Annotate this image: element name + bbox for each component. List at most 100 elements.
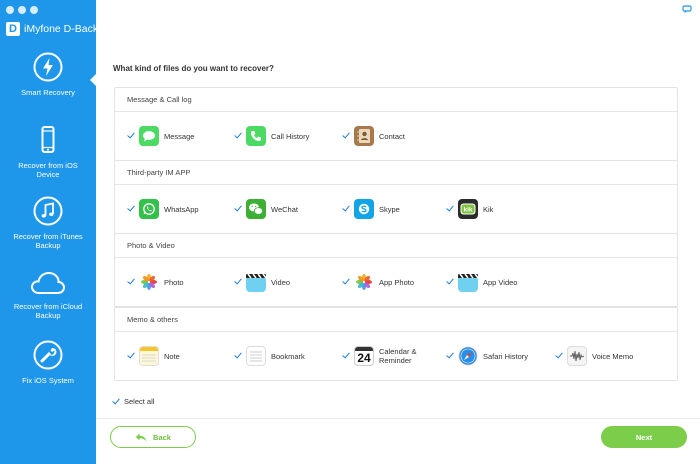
option-kik[interactable]: kik Kik xyxy=(446,185,493,233)
phone-icon xyxy=(246,126,266,146)
sidebar-item-recover-icloud-backup[interactable]: Recover from iCloud Backup xyxy=(0,270,96,320)
sidebar-item-label: Smart Recovery xyxy=(21,88,75,97)
music-note-icon xyxy=(33,196,63,226)
option-note[interactable]: Note xyxy=(127,332,180,380)
whatsapp-icon xyxy=(139,199,159,219)
option-calendar-reminder[interactable]: 24 Calendar & Reminder xyxy=(342,332,423,380)
group-title: Photo & Video xyxy=(115,234,677,258)
bookmark-icon xyxy=(246,346,266,366)
option-label: Kik xyxy=(483,204,494,214)
sidebar-item-fix-ios-system[interactable]: Fix iOS System xyxy=(0,340,96,385)
photos-icon xyxy=(354,272,374,292)
calendar-day: 24 xyxy=(357,351,371,365)
wechat-checkbox[interactable] xyxy=(234,205,242,213)
option-skype[interactable]: Skype xyxy=(342,185,400,233)
option-whatsapp[interactable]: WhatsApp xyxy=(127,185,199,233)
option-photo[interactable]: Photo xyxy=(127,258,184,306)
option-label: Video xyxy=(271,277,291,287)
iphone-icon xyxy=(41,126,55,153)
message-checkbox[interactable] xyxy=(127,132,135,140)
kik-icon: kik xyxy=(458,199,478,219)
app-photo-checkbox[interactable] xyxy=(342,278,350,286)
footer-divider xyxy=(96,418,700,419)
option-label: Safari History xyxy=(483,351,529,361)
app-video-checkbox[interactable] xyxy=(446,278,454,286)
group-title: Message & Call log xyxy=(115,88,677,112)
group-memo-others: Memo & others Note Bookmark 24 Calendar … xyxy=(114,307,678,381)
select-all-label: Select all xyxy=(124,397,155,406)
option-app-photo[interactable]: App Photo xyxy=(342,258,414,306)
next-button-label: Next xyxy=(635,432,653,442)
sidebar-item-recover-itunes-backup[interactable]: Recover from iTunes Backup xyxy=(0,196,96,250)
select-all-checkbox[interactable] xyxy=(112,398,120,406)
logo-icon: D xyxy=(6,22,20,36)
app-title: iMyfone D-Back xyxy=(24,23,99,35)
kik-checkbox[interactable] xyxy=(446,205,454,213)
calendar-reminder-checkbox[interactable] xyxy=(342,352,350,360)
window-controls xyxy=(6,6,38,14)
app-logo: D iMyfone D-Back xyxy=(6,22,98,36)
option-contact[interactable]: Contact xyxy=(342,112,405,160)
main-panel: What kind of files do you want to recove… xyxy=(96,0,700,464)
back-button[interactable]: Back xyxy=(110,426,196,448)
chat-icon[interactable] xyxy=(682,5,692,14)
option-voice-memo[interactable]: Voice Memo xyxy=(555,332,633,380)
call-history-checkbox[interactable] xyxy=(234,132,242,140)
voice-memo-checkbox[interactable] xyxy=(555,352,563,360)
option-label: Bookmark xyxy=(271,351,305,361)
video-clapper-icon xyxy=(246,272,266,292)
whatsapp-checkbox[interactable] xyxy=(127,205,135,213)
safari-icon xyxy=(458,346,478,366)
next-button[interactable]: Next xyxy=(601,426,687,448)
option-label: App Video xyxy=(483,277,518,287)
option-app-video[interactable]: App Video xyxy=(446,258,517,306)
option-wechat[interactable]: WeChat xyxy=(234,185,298,233)
cloud-icon xyxy=(30,271,66,294)
note-checkbox[interactable] xyxy=(127,352,135,360)
photos-icon xyxy=(139,272,159,292)
wechat-icon xyxy=(246,199,266,219)
option-label: WhatsApp xyxy=(164,204,199,214)
video-checkbox[interactable] xyxy=(234,278,242,286)
skype-icon xyxy=(354,199,374,219)
group-third-party-im: Third-party IM APP WhatsApp WeChat Skype… xyxy=(114,160,678,234)
recover-question: What kind of files do you want to recove… xyxy=(113,64,274,73)
group-title: Third-party IM APP xyxy=(115,161,677,185)
option-safari-history[interactable]: Safari History xyxy=(446,332,528,380)
photo-checkbox[interactable] xyxy=(127,278,135,286)
bookmark-checkbox[interactable] xyxy=(234,352,242,360)
skype-checkbox[interactable] xyxy=(342,205,350,213)
lightning-icon xyxy=(33,52,63,82)
group-title: Memo & others xyxy=(115,308,677,332)
sidebar-item-recover-ios-device[interactable]: Recover from iOS Device xyxy=(0,125,96,179)
group-message-call-log: Message & Call log Message Call History xyxy=(114,87,678,161)
option-label: Voice Memo xyxy=(592,351,634,361)
option-label: Photo xyxy=(164,277,184,287)
option-label: Calendar & Reminder xyxy=(379,347,417,365)
minimize-window-button[interactable] xyxy=(18,6,26,14)
voice-memo-icon xyxy=(567,346,587,366)
select-all[interactable]: Select all xyxy=(112,397,154,406)
video-clapper-icon xyxy=(458,272,478,292)
option-bookmark[interactable]: Bookmark xyxy=(234,332,305,380)
close-window-button[interactable] xyxy=(6,6,14,14)
option-label: Note xyxy=(164,351,180,361)
option-label: Skype xyxy=(379,204,400,214)
contact-checkbox[interactable] xyxy=(342,132,350,140)
option-label: Call History xyxy=(271,131,310,141)
sidebar-item-label: Recover from iOS Device xyxy=(18,161,78,179)
maximize-window-button[interactable] xyxy=(30,6,38,14)
group-photo-video: Photo & Video Photo Video App Photo App … xyxy=(114,233,678,307)
sidebar: D iMyfone D-Back Smart Recovery Recover … xyxy=(0,0,98,464)
sidebar-item-label: Fix iOS System xyxy=(22,376,74,385)
contacts-icon xyxy=(354,126,374,146)
safari-history-checkbox[interactable] xyxy=(446,352,454,360)
option-message[interactable]: Message xyxy=(127,112,194,160)
back-button-label: Back xyxy=(153,432,171,442)
option-label: Message xyxy=(164,131,195,141)
option-call-history[interactable]: Call History xyxy=(234,112,309,160)
sidebar-item-label: Recover from iTunes Backup xyxy=(13,232,83,250)
option-video[interactable]: Video xyxy=(234,258,290,306)
option-label: App Photo xyxy=(379,277,415,287)
sidebar-item-smart-recovery[interactable]: Smart Recovery xyxy=(0,52,96,97)
